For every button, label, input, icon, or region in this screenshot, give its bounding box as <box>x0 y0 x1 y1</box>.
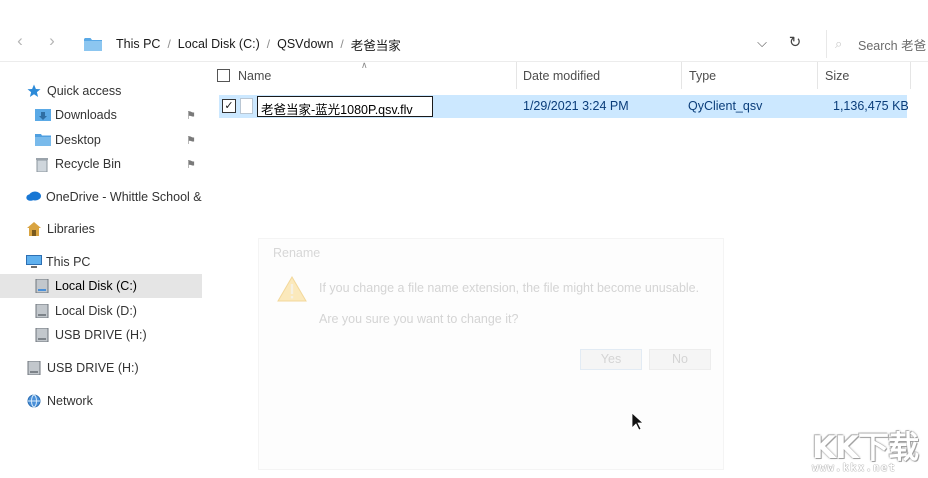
mouse-cursor-icon <box>631 412 645 431</box>
pin-icon[interactable]: ⚑ <box>186 134 196 147</box>
search-input[interactable]: Search 老爸 <box>858 35 926 54</box>
library-icon <box>27 222 43 236</box>
column-divider[interactable] <box>681 62 682 89</box>
sidebar-item-usb-drive-h[interactable]: USB DRIVE (H:) <box>0 323 202 347</box>
column-divider[interactable] <box>910 62 911 89</box>
sidebar-item-this-pc[interactable]: This PC <box>0 250 202 274</box>
watermark-url: www.kkx.net <box>812 461 896 474</box>
back-arrow-icon[interactable]: ‹ <box>12 31 28 51</box>
download-folder-icon <box>35 108 51 122</box>
forward-arrow-icon[interactable]: › <box>44 31 60 51</box>
sidebar-item-quick-access[interactable]: Quick access <box>0 79 202 103</box>
sidebar-item-libraries[interactable]: Libraries <box>0 217 202 241</box>
sidebar-item-local-disk-c[interactable]: Local Disk (C:) <box>0 274 202 298</box>
file-type: QyClient_qsv <box>688 99 763 113</box>
file-row[interactable]: ✓ 老爸当家-蓝光1080P.qsv.flv 1/29/2021 3:24 PM… <box>219 95 909 118</box>
column-header-type[interactable]: Type <box>689 69 716 83</box>
sidebar-item-label: Network <box>47 394 93 408</box>
breadcrumb-item-this-pc[interactable]: This PC <box>116 37 160 51</box>
sidebar-item-label: USB DRIVE (H:) <box>55 328 147 342</box>
breadcrumb-separator-icon: / <box>167 37 171 51</box>
search-box[interactable]: ⌕ Search 老爸 <box>826 30 928 58</box>
sidebar-item-label: Local Disk (D:) <box>55 304 137 318</box>
dialog-title: Rename <box>273 246 321 260</box>
breadcrumb-item-current-folder[interactable]: 老爸当家 <box>351 35 401 54</box>
column-header-name[interactable]: Name <box>238 69 271 83</box>
refresh-icon[interactable]: ↻ <box>785 33 805 53</box>
warning-icon <box>277 276 307 302</box>
column-divider[interactable] <box>817 62 818 89</box>
rename-input[interactable]: 老爸当家-蓝光1080P.qsv.flv <box>257 96 433 117</box>
sidebar-item-usb-drive-h-root[interactable]: USB DRIVE (H:) <box>0 356 202 380</box>
sidebar-item-local-disk-d[interactable]: Local Disk (D:) <box>0 299 202 323</box>
cloud-icon <box>26 190 42 204</box>
sidebar-item-label: This PC <box>46 255 91 269</box>
sidebar-item-label: Quick access <box>47 84 122 98</box>
breadcrumb-item-local-disk[interactable]: Local Disk (C:) <box>178 37 260 51</box>
file-date-modified: 1/29/2021 3:24 PM <box>523 99 629 113</box>
breadcrumb-item-qsvdown[interactable]: QSVdown <box>277 37 333 51</box>
navigation-pane: Quick access Downloads ⚑ Desktop ⚑ Recyc… <box>0 62 202 478</box>
sidebar-item-label: Libraries <box>47 222 95 236</box>
sidebar-item-label: Downloads <box>55 108 117 122</box>
row-checkbox[interactable]: ✓ <box>222 99 236 113</box>
dialog-message: If you change a file name extension, the… <box>319 281 700 295</box>
column-divider[interactable] <box>516 62 517 89</box>
desktop-folder-icon <box>35 133 51 147</box>
drive-icon <box>35 278 51 294</box>
sort-ascending-icon: ∧ <box>361 60 368 70</box>
column-header-size[interactable]: Size <box>825 69 849 83</box>
star-icon <box>27 84 43 98</box>
sidebar-item-desktop[interactable]: Desktop ⚑ <box>0 128 202 152</box>
pin-icon[interactable]: ⚑ <box>186 109 196 122</box>
column-header-row: ∧ Name Date modified Type Size <box>210 60 928 89</box>
address-toolbar: ‹ › This PC / Local Disk (C:) / QSVdown … <box>0 0 928 62</box>
breadcrumb-separator-icon: / <box>340 37 344 51</box>
search-icon: ⌕ <box>835 36 843 51</box>
sidebar-item-network[interactable]: Network <box>0 389 202 413</box>
no-button[interactable]: No <box>649 349 711 370</box>
column-header-date-modified[interactable]: Date modified <box>523 69 600 83</box>
pin-icon[interactable]: ⚑ <box>186 158 196 171</box>
sidebar-item-recycle-bin[interactable]: Recycle Bin ⚑ <box>0 152 202 176</box>
select-all-checkbox[interactable] <box>217 69 230 82</box>
rename-dialog: Rename If you change a file name extensi… <box>258 238 724 470</box>
computer-icon <box>26 255 42 269</box>
sidebar-item-downloads[interactable]: Downloads ⚑ <box>0 103 202 127</box>
file-icon <box>240 98 253 114</box>
recycle-bin-icon <box>35 157 51 173</box>
usb-drive-icon <box>35 327 51 343</box>
usb-drive-icon <box>27 360 43 376</box>
drive-icon <box>35 303 51 319</box>
yes-button[interactable]: Yes <box>580 349 642 370</box>
watermark: KK下载 www.kkx.net <box>808 420 924 476</box>
sidebar-item-label: USB DRIVE (H:) <box>47 361 139 375</box>
dialog-question: Are you sure you want to change it? <box>319 312 519 326</box>
breadcrumb-separator-icon: / <box>266 37 271 51</box>
folder-icon <box>84 37 102 51</box>
sidebar-item-onedrive[interactable]: OneDrive - Whittle School & <box>0 185 202 209</box>
network-icon <box>27 394 43 408</box>
file-size: 1,136,475 KB <box>833 99 909 113</box>
chevron-down-icon[interactable]: ⌵ <box>753 34 771 52</box>
sidebar-item-label: OneDrive - Whittle School & <box>46 190 202 204</box>
sidebar-item-label: Desktop <box>55 133 101 147</box>
breadcrumb[interactable]: This PC / Local Disk (C:) / QSVdown / 老爸… <box>84 33 401 55</box>
sidebar-item-label: Local Disk (C:) <box>55 279 137 293</box>
sidebar-item-label: Recycle Bin <box>55 157 121 171</box>
